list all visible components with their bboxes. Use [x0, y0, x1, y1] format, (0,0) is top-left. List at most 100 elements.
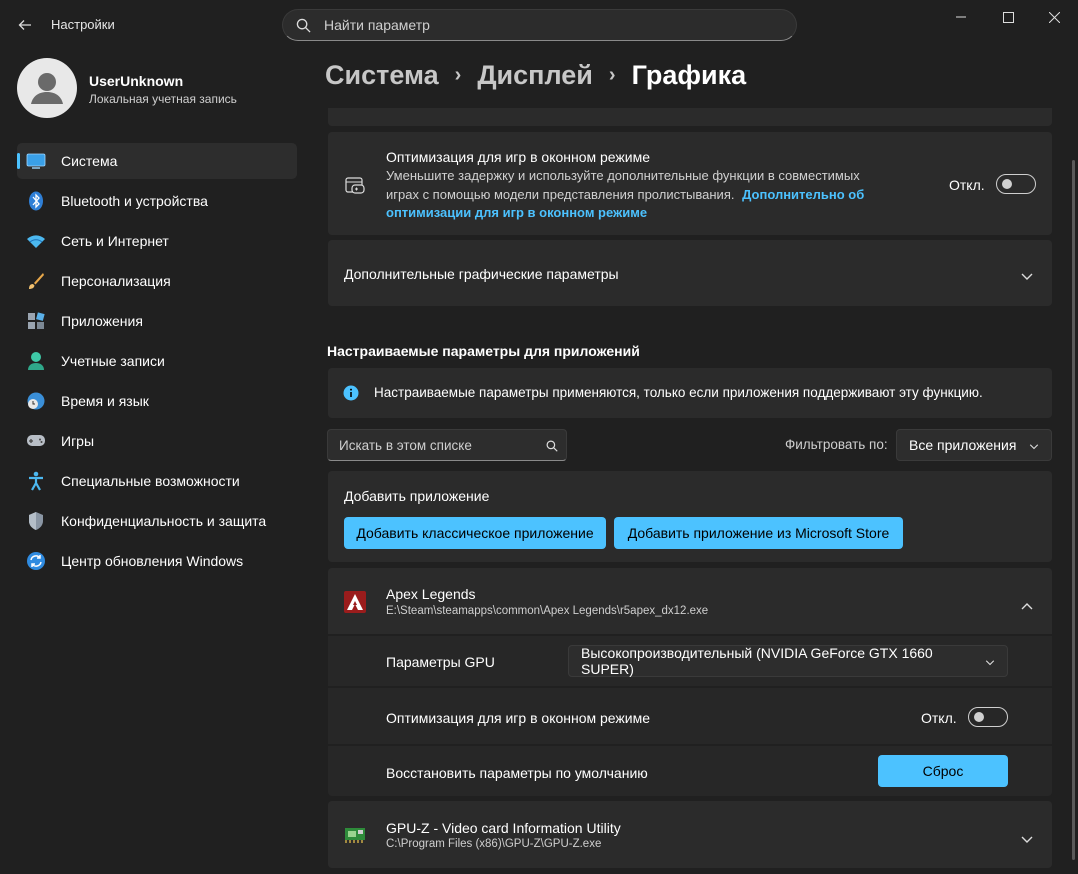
- wifi-icon: [26, 231, 46, 251]
- search-placeholder: Найти параметр: [324, 17, 430, 33]
- sidebar-item-label: Персонализация: [61, 273, 171, 289]
- app-name: Apex Legends: [386, 586, 476, 602]
- add-app-label: Добавить приложение: [344, 488, 490, 504]
- chevron-down-icon: [985, 653, 995, 669]
- breadcrumb-display[interactable]: Дисплей: [477, 60, 593, 91]
- breadcrumb-system[interactable]: Система: [325, 60, 439, 91]
- close-icon: [1048, 11, 1060, 23]
- sidebar-item-label: Приложения: [61, 313, 143, 329]
- sidebar-item-accessibility[interactable]: Специальные возможности: [17, 463, 297, 499]
- sidebar-item-system[interactable]: Система: [17, 143, 297, 179]
- windowed-opt-state: Откл.: [949, 177, 985, 193]
- sidebar-item-label: Учетные записи: [61, 353, 165, 369]
- gpu-value: Высокопроизводительный (NVIDIA GeForce G…: [581, 645, 933, 677]
- windowed-optimization-card: Оптимизация для игр в оконном режиме Уме…: [328, 132, 1052, 235]
- shield-icon: [26, 511, 46, 531]
- sidebar-item-apps[interactable]: Приложения: [17, 303, 297, 339]
- breadcrumb-chevron-icon: ›: [454, 64, 462, 86]
- update-icon: [26, 551, 46, 571]
- reset-row: Восстановить параметры по умолчанию Сбро…: [328, 746, 1052, 796]
- sidebar-item-bluetooth[interactable]: Bluetooth и устройства: [17, 183, 297, 219]
- back-arrow-icon: [18, 20, 31, 30]
- time-language-icon: [26, 391, 46, 411]
- sidebar-item-gaming[interactable]: Игры: [17, 423, 297, 459]
- chevron-down-icon: [1021, 268, 1033, 284]
- app-path: C:\Program Files (x86)\GPU-Z\GPU-Z.exe: [386, 838, 602, 850]
- windowed-game-icon: [345, 175, 365, 198]
- user-name: UserUnknown: [89, 73, 184, 89]
- app-windowed-state: Откл.: [921, 710, 957, 726]
- windowed-opt-link-2[interactable]: оптимизации для игр в оконном режиме: [386, 205, 647, 220]
- reset-button[interactable]: Сброс: [878, 755, 1008, 787]
- sidebar-item-personalization[interactable]: Персонализация: [17, 263, 297, 299]
- sidebar-item-accounts[interactable]: Учетные записи: [17, 343, 297, 379]
- accessibility-icon: [26, 471, 46, 491]
- windowed-opt-desc-2-row: играх с помощью модели представления про…: [386, 187, 864, 202]
- sidebar-item-label: Игры: [61, 433, 95, 449]
- windowed-opt-toggle[interactable]: [996, 174, 1036, 194]
- add-app-card: Добавить приложение Добавить классическо…: [328, 471, 1052, 562]
- windowed-opt-link-1[interactable]: Дополнительно об: [742, 187, 864, 202]
- breadcrumb-chevron-icon: ›: [608, 64, 616, 86]
- filter-value: Все приложения: [909, 437, 1017, 453]
- minimize-icon: [956, 16, 966, 18]
- previous-card-edge: [328, 108, 1052, 126]
- app-name: GPU-Z - Video card Information Utility: [386, 820, 621, 836]
- bluetooth-icon: [26, 191, 46, 211]
- sidebar-item-label: Сеть и Интернет: [61, 233, 169, 249]
- app-title: Настройки: [51, 17, 115, 32]
- windowed-opt-title: Оптимизация для игр в оконном режиме: [386, 149, 651, 165]
- gpu-label: Параметры GPU: [386, 654, 495, 670]
- sidebar-item-time-language[interactable]: Время и язык: [17, 383, 297, 419]
- sidebar-item-network[interactable]: Сеть и Интернет: [17, 223, 297, 259]
- filter-dropdown[interactable]: Все приложения: [896, 429, 1052, 461]
- advanced-graphics-card[interactable]: Дополнительные графические параметры: [328, 240, 1052, 306]
- sidebar-item-label: Конфиденциальность и защита: [61, 513, 267, 529]
- sidebar-item-windows-update[interactable]: Центр обновления Windows: [17, 543, 297, 579]
- account-type: Локальная учетная запись: [89, 92, 237, 106]
- apex-legends-icon: [344, 591, 366, 616]
- brush-icon: [26, 271, 46, 291]
- app-windowed-label: Оптимизация для игр в оконном режиме: [386, 710, 651, 726]
- advanced-graphics-label: Дополнительные графические параметры: [344, 266, 619, 282]
- close-button[interactable]: [1031, 0, 1077, 34]
- sidebar-item-privacy[interactable]: Конфиденциальность и защита: [17, 503, 297, 539]
- scrollbar[interactable]: [1072, 160, 1075, 860]
- reset-label: Восстановить параметры по умолчанию: [386, 765, 648, 781]
- page-title: Графика: [631, 60, 747, 90]
- gpu-preference-row: Параметры GPU Высокопроизводительный (NV…: [328, 636, 1052, 686]
- avatar[interactable]: [17, 58, 77, 118]
- search-icon: [546, 439, 558, 455]
- info-text: Настраиваемые параметры применяются, тол…: [374, 385, 983, 400]
- chevron-down-icon: [1021, 831, 1033, 847]
- sidebar-item-label: Время и язык: [61, 393, 149, 409]
- windowed-opt-desc-1: Уменьшите задержку и используйте дополни…: [386, 168, 860, 183]
- gpu-preference-dropdown[interactable]: Высокопроизводительный (NVIDIA GeForce G…: [568, 645, 1008, 677]
- sidebar-item-label: Bluetooth и устройства: [61, 193, 208, 209]
- settings-search-input[interactable]: Найти параметр: [282, 9, 797, 41]
- app-row-apex[interactable]: Apex Legends E:\Steam\steamapps\common\A…: [328, 568, 1052, 634]
- breadcrumb: Система › Дисплей › Графика: [325, 60, 746, 91]
- chevron-up-icon: [1021, 597, 1033, 613]
- search-icon: [296, 17, 312, 33]
- app-row-gpuz[interactable]: GPU-Z - Video card Information Utility C…: [328, 801, 1052, 868]
- app-list-search-input[interactable]: Искать в этом списке: [327, 429, 567, 461]
- app-path: E:\Steam\steamapps\common\Apex Legends\r…: [386, 605, 709, 617]
- app-windowed-toggle[interactable]: [968, 707, 1008, 727]
- app-list-search-placeholder: Искать в этом списке: [339, 438, 472, 453]
- maximize-button[interactable]: [985, 0, 1031, 34]
- sidebar-item-label: Центр обновления Windows: [61, 553, 244, 569]
- back-button[interactable]: [10, 10, 40, 40]
- add-store-app-button[interactable]: Добавить приложение из Microsoft Store: [614, 517, 903, 549]
- gpuz-icon: [344, 824, 366, 847]
- maximize-icon: [1002, 11, 1014, 23]
- minimize-button[interactable]: [938, 0, 984, 34]
- windowed-opt-desc-2: играх с помощью модели представления про…: [386, 187, 735, 202]
- info-icon: [343, 385, 359, 404]
- gamepad-icon: [26, 431, 46, 451]
- apps-icon: [26, 311, 46, 331]
- account-icon: [26, 351, 46, 371]
- sidebar-item-label: Система: [61, 153, 118, 169]
- add-classic-app-button[interactable]: Добавить классическое приложение: [344, 517, 606, 549]
- filter-label: Фильтровать по:: [785, 437, 888, 452]
